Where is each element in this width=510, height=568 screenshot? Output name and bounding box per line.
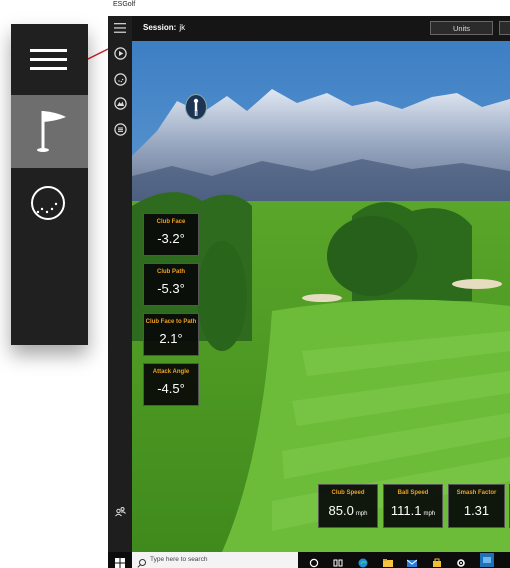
metric-unit: mph bbox=[355, 511, 368, 517]
metric-attack-angle: Attack Angle -4.5° bbox=[143, 363, 199, 406]
inset-ball-item[interactable] bbox=[11, 168, 88, 238]
metric-value: 1.31 bbox=[463, 503, 490, 518]
metric-value: 2.1° bbox=[159, 331, 183, 346]
metric-value: -5.3° bbox=[157, 281, 185, 296]
session-label: Session: jk bbox=[143, 23, 185, 32]
mail-icon[interactable] bbox=[406, 555, 418, 567]
metric-value: 85.0 bbox=[328, 503, 354, 518]
metric-club-path: Club Path -5.3° bbox=[143, 263, 199, 306]
search-placeholder: Type here to search bbox=[150, 556, 208, 563]
metric-label: Ball Speed bbox=[397, 490, 429, 496]
golf-ball-icon[interactable] bbox=[112, 71, 128, 87]
store-icon[interactable] bbox=[432, 555, 442, 567]
taskbar: Type here to search bbox=[108, 552, 510, 568]
session-label-text: Session: bbox=[143, 23, 177, 32]
taskbar-search[interactable]: Type here to search bbox=[132, 552, 298, 568]
metric-label: Smash Factor bbox=[456, 490, 497, 496]
inset-flag-item[interactable] bbox=[11, 95, 88, 168]
hamburger-menu-icon[interactable] bbox=[112, 20, 128, 36]
sidebar bbox=[108, 16, 132, 552]
logo-icon bbox=[185, 94, 207, 120]
top-bar: Session: jk Units bbox=[132, 16, 510, 42]
start-icon[interactable] bbox=[115, 555, 125, 568]
metric-ball-speed: Ball Speed 111.1 mph bbox=[383, 484, 443, 528]
zoomed-sidebar-inset bbox=[11, 24, 88, 345]
metric-value: -3.2° bbox=[157, 231, 185, 246]
flag-icon bbox=[37, 111, 66, 152]
hamburger-menu-icon bbox=[30, 49, 67, 70]
cortana-icon[interactable] bbox=[309, 555, 319, 568]
partial-button[interactable] bbox=[499, 21, 510, 35]
golf-ball-icon bbox=[31, 186, 65, 220]
session-name: jk bbox=[179, 23, 186, 32]
metric-unit: mph bbox=[423, 511, 436, 517]
metric-club-speed: Club Speed 85.0 mph bbox=[318, 484, 378, 528]
course-icon[interactable] bbox=[112, 95, 128, 111]
file-explorer-icon[interactable] bbox=[383, 555, 393, 567]
search-icon bbox=[137, 555, 147, 568]
edge-icon[interactable] bbox=[358, 555, 368, 568]
metric-label: Club Face to Path bbox=[145, 319, 197, 325]
metric-club-face-to-path: Club Face to Path 2.1° bbox=[143, 313, 199, 356]
inset-menu-item[interactable] bbox=[11, 24, 88, 95]
metric-value: 111.1 bbox=[390, 503, 422, 518]
units-button[interactable]: Units bbox=[430, 21, 493, 35]
window-title: ESGolf bbox=[113, 1, 136, 8]
metric-label: Club Speed bbox=[331, 490, 365, 496]
list-icon[interactable] bbox=[112, 121, 128, 137]
metric-label: Club Path bbox=[157, 269, 185, 275]
users-icon[interactable] bbox=[112, 503, 128, 519]
app-window: Session: jk Units Club Face -3.2° Club P… bbox=[108, 16, 510, 568]
metric-label: Attack Angle bbox=[152, 369, 190, 375]
golf-course-scene: Club Face -3.2° Club Path -5.3° Club Fac… bbox=[132, 41, 510, 552]
task-view-icon[interactable] bbox=[333, 555, 343, 567]
metric-value: -4.5° bbox=[157, 381, 185, 396]
metric-club-face: Club Face -3.2° bbox=[143, 213, 199, 256]
settings-icon[interactable] bbox=[456, 555, 466, 567]
app-icon[interactable] bbox=[480, 553, 494, 567]
metric-smash-factor: Smash Factor 1.31 bbox=[448, 484, 505, 528]
metric-label: Club Face bbox=[156, 219, 186, 225]
